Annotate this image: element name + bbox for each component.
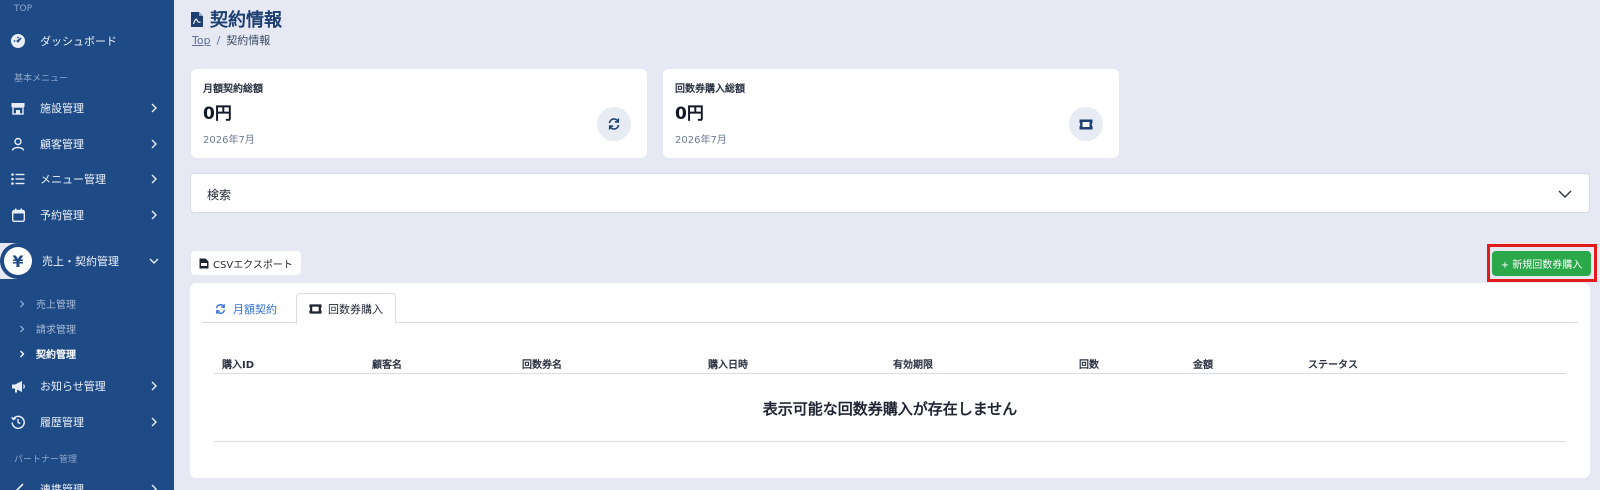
chevron-right-icon: [20, 300, 25, 307]
megaphone-icon: [10, 378, 26, 394]
column-header-customer-name[interactable]: 顧客名: [372, 356, 402, 371]
new-ticket-purchase-button[interactable]: + 新規回数券購入: [1492, 251, 1591, 276]
tab-label: 月額契約: [233, 302, 277, 316]
breadcrumb: Top / 契約情報: [192, 32, 270, 48]
csv-export-label: CSVエクスポート: [213, 259, 293, 271]
pdf-document-icon: [191, 11, 203, 27]
card-period: 2026年7月: [203, 135, 255, 146]
column-header-purchase-date[interactable]: 購入日時: [708, 356, 748, 371]
sidebar-subitem-contract[interactable]: 契約管理: [18, 346, 76, 361]
sidebar-item-label: お知らせ管理: [40, 380, 106, 393]
tab-monthly-contract[interactable]: 月額契約: [202, 293, 289, 324]
chevron-down-icon: [149, 258, 159, 264]
sidebar-item-label: 予約管理: [40, 209, 84, 222]
chevron-right-icon: [151, 139, 157, 149]
breadcrumb-current: 契約情報: [226, 34, 271, 47]
contract-table-panel: 月額契約 回数券購入 購入ID 顧客名 回数券名 購入日時 有効期限 回数 金額…: [190, 283, 1590, 478]
search-accordion-label: 検索: [207, 188, 232, 202]
store-icon: [10, 100, 26, 116]
sidebar-item-label: 履歴管理: [40, 416, 84, 429]
monthly-contract-total-card: 月額契約総額 0円 2026年7月: [191, 69, 647, 158]
ticket-purchase-total-card: 回数券購入総額 0円 2026年7月: [663, 69, 1119, 158]
sidebar-item-customer[interactable]: 顧客管理: [0, 129, 174, 159]
page-title-text: 契約情報: [210, 10, 282, 31]
sidebar-subitem-label: 契約管理: [36, 350, 76, 361]
column-header-ticket-name[interactable]: 回数券名: [522, 356, 562, 371]
user-icon: [10, 136, 26, 152]
tab-label: 回数券購入: [328, 302, 383, 316]
search-accordion[interactable]: 検索: [190, 173, 1590, 213]
sidebar-item-sales-active[interactable]: ¥ 売上・契約管理: [0, 243, 174, 279]
chevron-right-icon: [151, 381, 157, 391]
list-icon: [10, 171, 26, 187]
breadcrumb-separator: /: [216, 34, 221, 47]
chevron-right-icon: [151, 174, 157, 184]
csv-file-icon: [199, 258, 209, 268]
sidebar-item-label: 売上・契約管理: [42, 255, 119, 268]
card-label: 月額契約総額: [203, 84, 263, 95]
column-header-expiry[interactable]: 有効期限: [893, 356, 933, 371]
card-value: 0円: [203, 104, 232, 124]
sidebar-section-partner: パートナー管理: [14, 455, 78, 465]
breadcrumb-top-link[interactable]: Top: [192, 34, 211, 47]
table-empty-message: 表示可能な回数券購入が存在しません: [214, 375, 1566, 442]
chevron-right-icon: [20, 325, 25, 332]
sidebar-item-menu[interactable]: メニュー管理: [0, 164, 174, 194]
chevron-right-icon: [151, 103, 157, 113]
sidebar-item-label: 顧客管理: [40, 138, 84, 151]
refresh-icon: [215, 303, 226, 314]
yen-icon: ¥: [4, 247, 32, 275]
page-title: 契約情報: [190, 6, 282, 32]
sidebar-item-news[interactable]: お知らせ管理: [0, 371, 174, 401]
sidebar-section-basic: 基本メニュー: [14, 74, 69, 84]
sidebar-item-reservation[interactable]: 予約管理: [0, 200, 174, 230]
column-header-count[interactable]: 回数: [1079, 356, 1099, 371]
chevron-right-icon: [151, 210, 157, 220]
chevron-down-icon: [1558, 190, 1572, 198]
tab-bar: 月額契約 回数券購入: [202, 293, 1578, 324]
sidebar-item-label: 連携管理: [40, 483, 84, 490]
link-icon: [10, 481, 26, 490]
column-header-amount[interactable]: 金額: [1193, 356, 1213, 371]
sidebar-item-history[interactable]: 履歴管理: [0, 407, 174, 437]
history-icon: [10, 414, 26, 430]
sidebar-item-facility[interactable]: 施設管理: [0, 93, 174, 123]
card-period: 2026年7月: [675, 135, 727, 146]
card-value: 0円: [675, 104, 704, 124]
sidebar-subitem-sales[interactable]: 売上管理: [18, 296, 76, 311]
calendar-icon: [10, 207, 26, 223]
sidebar-item-label: 施設管理: [40, 102, 84, 115]
sidebar: TOP ダッシュボード 基本メニュー 施設管理 顧客管理 メニュー管理 予約管理: [0, 0, 174, 490]
ticket-icon: [309, 303, 322, 314]
dashboard-gauge-icon: [10, 33, 26, 49]
sidebar-subitem-label: 売上管理: [36, 300, 76, 311]
card-label: 回数券購入総額: [675, 84, 745, 95]
table-header-row: 購入ID 顧客名 回数券名 購入日時 有効期限 回数 金額 ステータス: [214, 352, 1566, 374]
sidebar-subitem-label: 請求管理: [36, 325, 76, 336]
sidebar-subitem-billing[interactable]: 請求管理: [18, 321, 76, 336]
tab-ticket-purchase[interactable]: 回数券購入: [296, 293, 396, 324]
chevron-right-icon: [20, 350, 25, 357]
ticket-icon: [1069, 107, 1103, 141]
chevron-right-icon: [151, 484, 157, 490]
sidebar-item-dashboard[interactable]: ダッシュボード: [0, 26, 174, 56]
sidebar-item-label: ダッシュボード: [40, 35, 117, 48]
sidebar-item-label: メニュー管理: [40, 173, 106, 186]
chevron-right-icon: [151, 417, 157, 427]
column-header-status[interactable]: ステータス: [1308, 356, 1358, 371]
sidebar-item-partner[interactable]: 連携管理: [0, 474, 174, 490]
refresh-icon: [597, 107, 631, 141]
csv-export-button[interactable]: CSVエクスポート: [191, 251, 301, 275]
sidebar-section-top: TOP: [14, 4, 33, 14]
column-header-purchase-id[interactable]: 購入ID: [222, 356, 254, 371]
